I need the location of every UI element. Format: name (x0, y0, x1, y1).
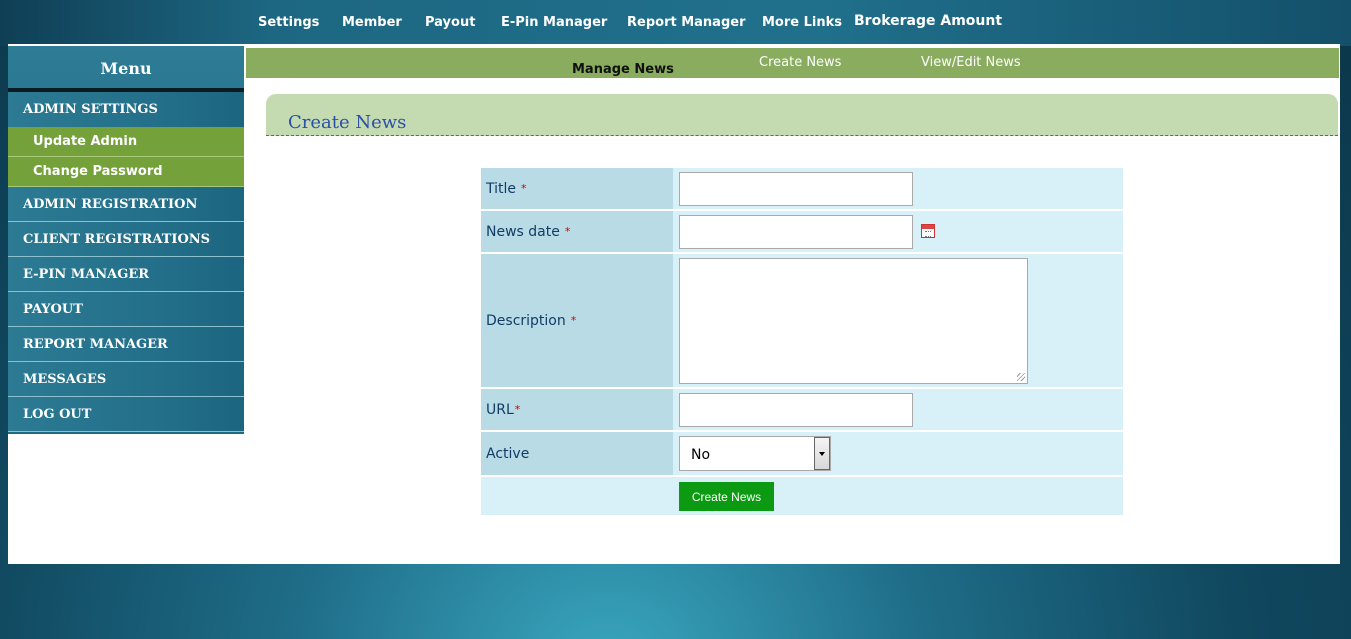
title-field-cell (673, 168, 1123, 209)
title-label: Title * (481, 168, 673, 209)
nav-brokerage-amount[interactable]: Brokerage Amount (854, 13, 1002, 29)
nav-settings[interactable]: Settings (258, 15, 319, 30)
submit-field-cell: Create News (673, 477, 1123, 515)
description-label-text: Description (486, 312, 566, 329)
nav-epin-manager[interactable]: E-Pin Manager (501, 15, 607, 30)
resize-grip-icon[interactable] (1017, 373, 1025, 381)
form-row-submit: Create News (481, 477, 1123, 515)
form-row-active: Active No (481, 432, 1123, 477)
url-input[interactable] (679, 393, 913, 427)
url-field-cell (673, 389, 1123, 430)
subnav-manage-news: Manage News (572, 62, 674, 77)
chevron-down-icon[interactable] (814, 437, 830, 470)
top-nav: Settings Member Payout E-Pin Manager Rep… (0, 0, 1351, 46)
active-field-cell: No (673, 432, 1123, 475)
sub-nav-bar: Manage News Create News View/Edit News (246, 46, 1339, 78)
sidebar-item-payout[interactable]: PAYOUT (8, 292, 244, 327)
active-select[interactable]: No (679, 436, 831, 471)
sidebar-subitem-change-password[interactable]: Change Password (8, 157, 244, 187)
sidebar-subitem-update-admin[interactable]: Update Admin (8, 127, 244, 157)
nav-member[interactable]: Member (342, 15, 402, 30)
create-news-button[interactable]: Create News (679, 482, 774, 511)
nav-more-links[interactable]: More Links (762, 15, 842, 30)
active-label: Active (481, 432, 673, 475)
title-input[interactable] (679, 172, 913, 206)
title-label-text: Title (486, 180, 517, 197)
required-mark: * (514, 403, 521, 416)
form-row-news-date: News date * (481, 211, 1123, 254)
form-row-url: URL * (481, 389, 1123, 432)
sidebar-item-admin-registration[interactable]: ADMIN REGISTRATION (8, 187, 244, 222)
sidebar-item-report-manager[interactable]: REPORT MANAGER (8, 327, 244, 362)
description-textarea[interactable] (679, 258, 1028, 384)
nav-payout[interactable]: Payout (425, 15, 475, 30)
subnav-view-edit-news[interactable]: View/Edit News (921, 55, 1021, 70)
description-field-cell (673, 254, 1123, 387)
page-title: Create News (288, 112, 407, 133)
news-date-input[interactable] (679, 215, 913, 249)
active-label-text: Active (486, 445, 530, 462)
form-row-title: Title * (481, 168, 1123, 211)
required-mark: * (521, 182, 527, 195)
sidebar-item-client-registrations[interactable]: CLIENT REGISTRATIONS (8, 222, 244, 257)
sidebar-title: Menu (8, 46, 244, 92)
required-mark: * (570, 314, 577, 327)
required-mark: * (564, 225, 571, 238)
url-label: URL * (481, 389, 673, 430)
url-label-text: URL (486, 401, 514, 418)
sidebar: Menu ADMIN SETTINGS Update Admin Change … (8, 46, 244, 434)
nav-report-manager[interactable]: Report Manager (627, 15, 746, 30)
submit-label-spacer (481, 477, 673, 515)
calendar-icon[interactable] (921, 224, 935, 238)
sidebar-item-epin-manager[interactable]: E-PIN MANAGER (8, 257, 244, 292)
panel-header: Create News (266, 94, 1338, 136)
active-select-value: No (691, 447, 711, 463)
create-news-form: Title * News date * Description * URL * … (481, 168, 1123, 515)
sidebar-item-log-out[interactable]: LOG OUT (8, 397, 244, 432)
form-row-description: Description * (481, 254, 1123, 389)
news-date-label: News date * (481, 211, 673, 252)
subnav-create-news[interactable]: Create News (759, 55, 841, 70)
sidebar-item-messages[interactable]: MESSAGES (8, 362, 244, 397)
sidebar-item-admin-settings[interactable]: ADMIN SETTINGS (8, 92, 244, 127)
news-date-field-cell (673, 211, 1123, 252)
description-label: Description * (481, 254, 673, 387)
news-date-label-text: News date (486, 223, 560, 240)
